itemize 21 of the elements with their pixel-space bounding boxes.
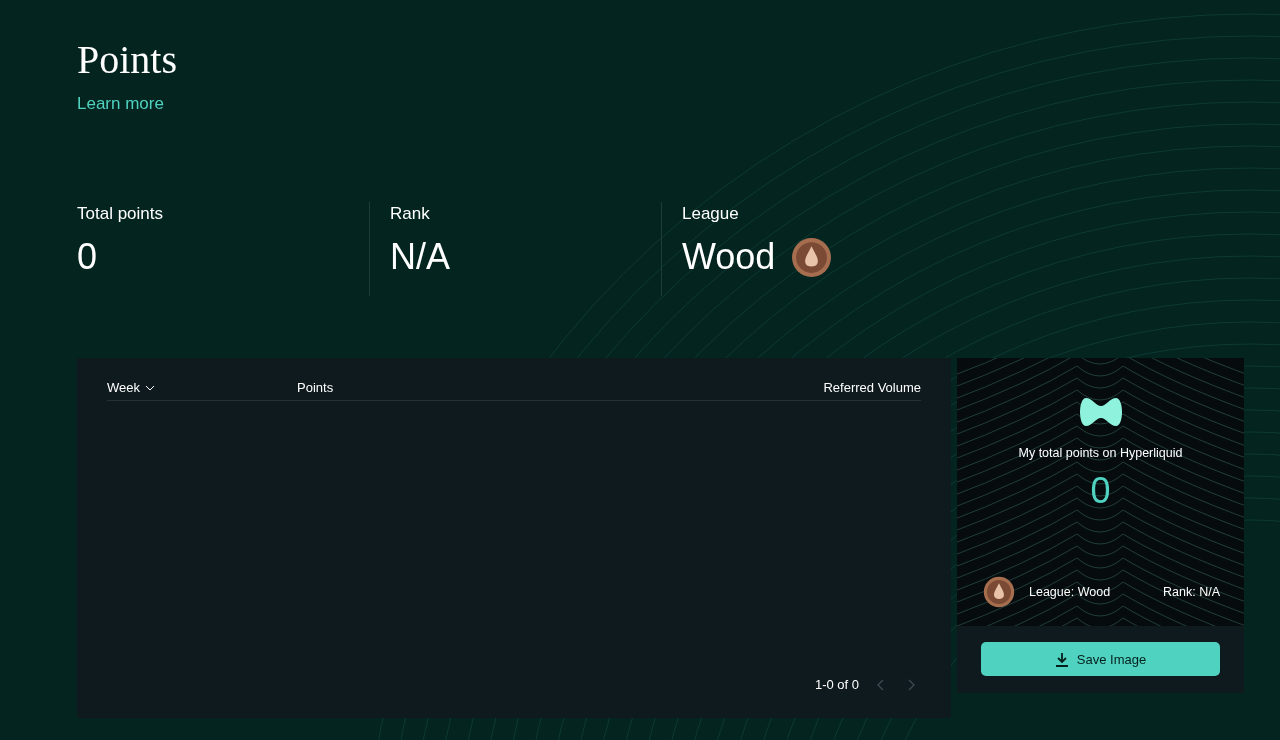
column-header[interactable]: Week	[107, 380, 297, 395]
page-title: Points	[77, 38, 179, 82]
stat-label: Total points	[77, 204, 164, 224]
league-medal-icon	[791, 236, 833, 278]
pagination-range: 1-0 of 0	[814, 677, 859, 692]
download-icon	[1054, 651, 1069, 667]
column-header: Points	[297, 380, 335, 395]
logo-icon	[1077, 396, 1124, 428]
league-medal-icon	[983, 576, 1015, 608]
learn-more-link[interactable]: Learn more	[77, 94, 164, 114]
stat-value: 0	[77, 236, 98, 278]
save-image-button[interactable]: Save Image	[981, 642, 1220, 676]
column-header: Referred Volume	[822, 380, 921, 395]
card-points: 0	[1090, 470, 1111, 512]
card-caption: My total points on Hyperliquid	[1018, 446, 1183, 460]
stat-value: Wood	[682, 236, 776, 278]
stat-value: N/A	[390, 236, 450, 278]
card-league: League: Wood	[1029, 585, 1112, 599]
card-rank: Rank: N/A	[1163, 585, 1220, 599]
stat-label: Rank	[390, 204, 431, 224]
stat-label: League	[682, 204, 740, 224]
